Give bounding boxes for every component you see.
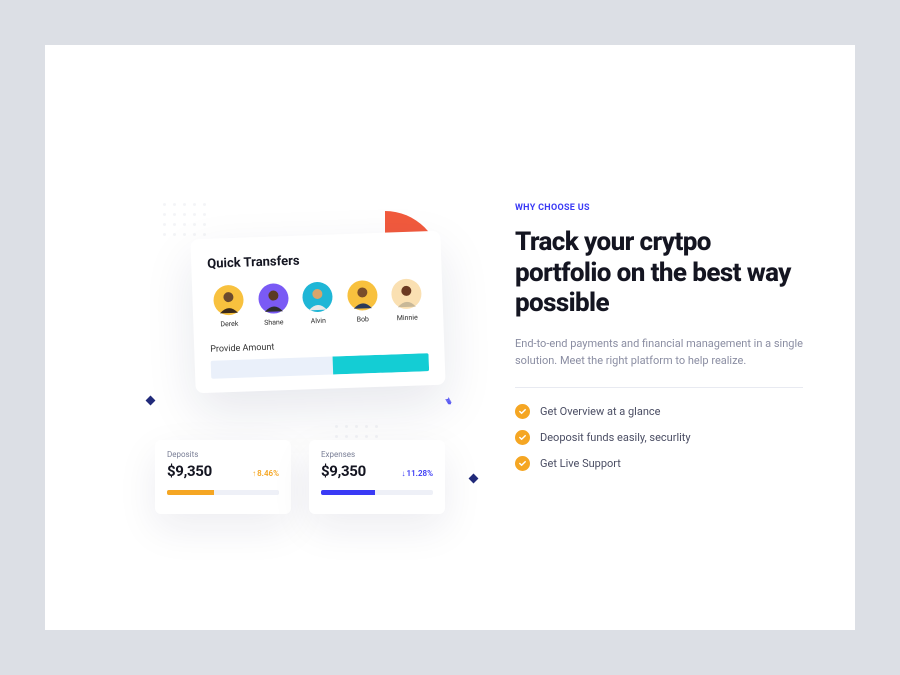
- contact-bob[interactable]: Bob: [341, 280, 382, 324]
- deposits-amount: $9,350: [167, 462, 212, 480]
- deposits-change: ↑ 8.46%: [252, 469, 279, 478]
- feature-item: Deoposit funds easily, securlity: [515, 430, 803, 445]
- deposits-label: Deposits: [167, 450, 279, 459]
- features-list: Get Overview at a glance Deoposit funds …: [515, 404, 803, 471]
- divider: [515, 387, 803, 388]
- feature-item: Get Live Support: [515, 456, 803, 471]
- amount-input[interactable]: [211, 353, 429, 379]
- deposits-progress: [167, 490, 279, 495]
- contact-name: Derek: [220, 320, 238, 329]
- feature-text: Get Overview at a glance: [540, 405, 661, 418]
- feature-text: Deoposit funds easily, securlity: [540, 431, 691, 444]
- contact-alvin[interactable]: Alvin: [297, 281, 338, 325]
- section-eyebrow: WHY CHOOSE US: [515, 203, 803, 213]
- deposits-card: Deposits $9,350 ↑ 8.46%: [155, 440, 291, 514]
- feature-item: Get Overview at a glance: [515, 404, 803, 419]
- avatar: [257, 283, 288, 314]
- expenses-card: Expenses $9,350 ↓ 11.28%: [309, 440, 445, 514]
- contact-name: Bob: [356, 315, 369, 323]
- provide-amount-label: Provide Amount: [210, 337, 428, 355]
- expenses-amount: $9,350: [321, 462, 366, 480]
- avatar: [302, 281, 333, 312]
- avatar: [346, 280, 377, 311]
- contact-name: Minnie: [397, 314, 418, 323]
- contact-name: Shane: [264, 318, 284, 327]
- expenses-change: ↓ 11.28%: [402, 469, 433, 478]
- contact-minnie[interactable]: Minnie: [386, 278, 427, 322]
- contact-name: Alvin: [311, 317, 327, 326]
- expenses-label: Expenses: [321, 450, 433, 459]
- avatar: [213, 285, 244, 316]
- contact-derek[interactable]: Derek: [208, 284, 249, 328]
- section-description: End-to-end payments and financial manage…: [515, 335, 803, 369]
- quick-transfers-card: Quick Transfers Derek Shane: [190, 231, 445, 394]
- quick-transfers-title: Quick Transfers: [207, 249, 425, 272]
- check-icon: [515, 430, 530, 445]
- diamond-decoration: [469, 474, 479, 484]
- check-icon: [515, 456, 530, 471]
- arrow-down-icon: ↓: [402, 469, 406, 478]
- check-icon: [515, 404, 530, 419]
- expenses-progress: [321, 490, 433, 495]
- amount-fill: [333, 353, 429, 374]
- zigzag-decoration: ››››››: [442, 395, 455, 406]
- diamond-decoration: [146, 396, 156, 406]
- contact-shane[interactable]: Shane: [252, 283, 293, 327]
- section-headline: Track your crytpo portfolio on the best …: [515, 227, 803, 319]
- content-column: WHY CHOOSE US Track your crytpo portfoli…: [515, 203, 803, 471]
- arrow-up-icon: ↑: [252, 469, 256, 478]
- dot-grid-decoration: [163, 203, 206, 236]
- feature-text: Get Live Support: [540, 457, 621, 470]
- page-canvas: ›››››› Quick Transfers Derek Shane: [45, 45, 855, 630]
- visual-area: ›››››› Quick Transfers Derek Shane: [85, 155, 505, 555]
- transfer-contacts-row: Derek Shane Alvin: [208, 278, 427, 329]
- avatar: [391, 278, 422, 309]
